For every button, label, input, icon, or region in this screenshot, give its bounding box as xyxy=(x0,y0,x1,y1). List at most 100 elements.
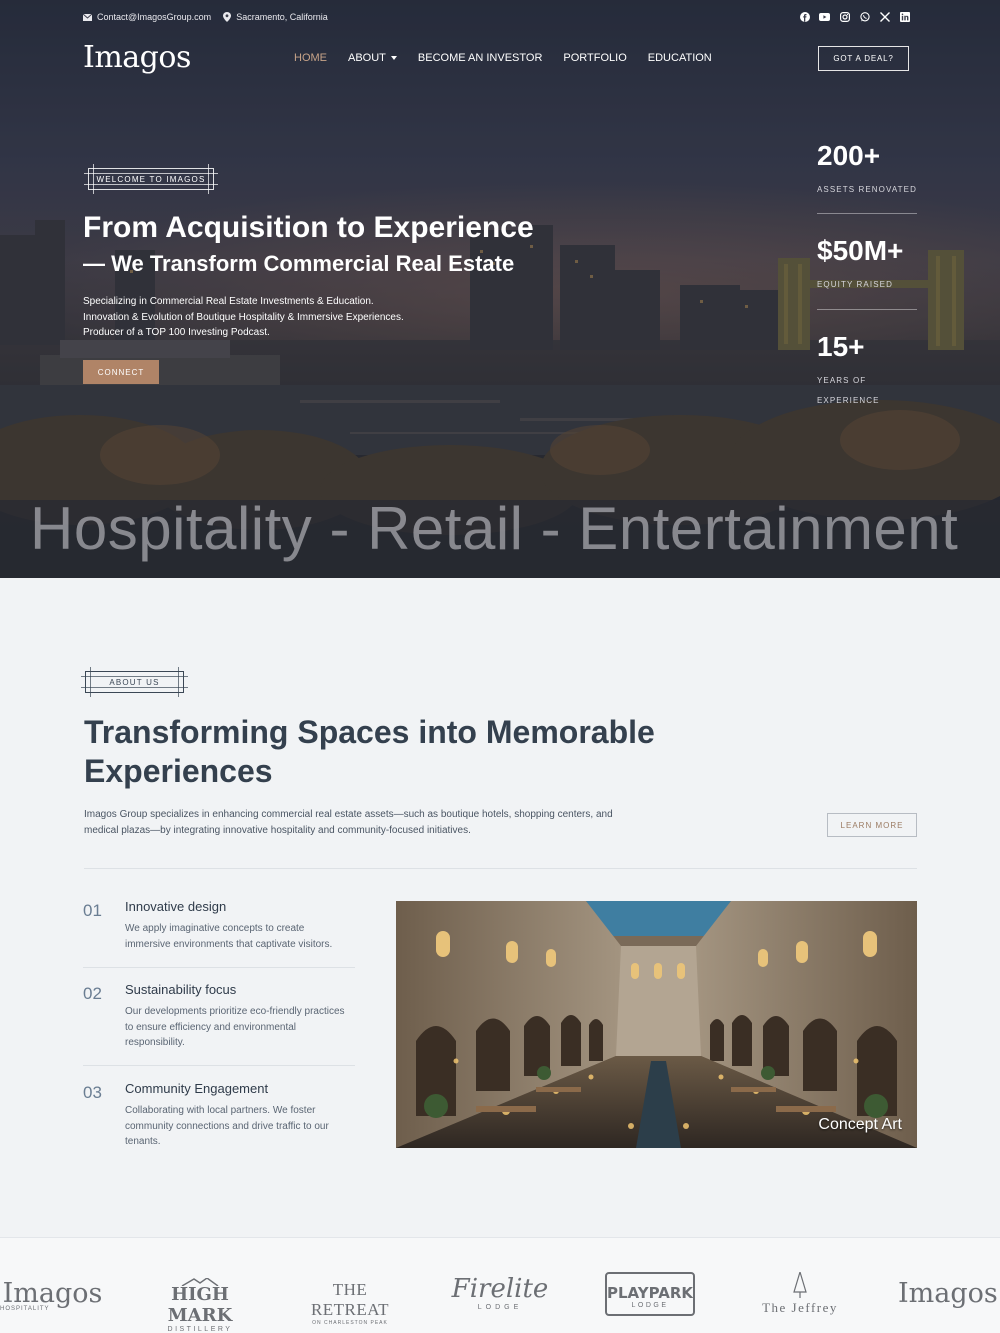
feature-desc-line: community connections and drive traffic … xyxy=(125,1120,329,1132)
hero-title: From Acquisition to Experience xyxy=(83,211,534,244)
nav-education-label: EDUCATION xyxy=(647,52,712,64)
topbar-location: Sacramento, California xyxy=(223,12,328,22)
stat-label: EQUITY RAISED xyxy=(817,280,893,289)
topbar-email[interactable]: Contact@ImagosGroup.com xyxy=(83,12,211,22)
section-divider xyxy=(84,868,917,869)
hero-subtitle: — We Transform Commercial Real Estate xyxy=(83,251,515,276)
feature-desc-line: Our developments prioritize eco-friendly… xyxy=(125,1006,345,1017)
whatsapp-icon[interactable] xyxy=(859,12,870,23)
main-nav: HOME ABOUT BECOME AN INVESTOR PORTFOLIO … xyxy=(294,52,712,64)
brand-logo-playpark[interactable]: PLAYPARK LODGE xyxy=(605,1272,695,1316)
linkedin-icon[interactable] xyxy=(899,12,910,23)
topbar: Contact@ImagosGroup.com Sacramento, Cali… xyxy=(83,9,910,25)
brand-logo-high-mark[interactable]: HIGH MARK DISTILLERY xyxy=(150,1278,250,1333)
hero-line: Specializing in Commercial Real Estate I… xyxy=(83,296,374,307)
feature-desc-line: responsibility. xyxy=(125,1037,185,1048)
youtube-icon[interactable] xyxy=(819,12,830,23)
nav-education[interactable]: EDUCATION xyxy=(648,52,712,64)
brand-logo-the-retreat[interactable]: THE RETREAT ON CHARLESTON PEAK xyxy=(300,1280,400,1326)
feature-desc-line: immersive environments that captivate vi… xyxy=(125,938,333,950)
stat-label-line: YEARS OF xyxy=(817,376,867,385)
site-logo[interactable]: Imagos xyxy=(83,40,191,75)
stat-assets: 200+ ASSETS RENOVATED xyxy=(817,140,917,200)
feature-number: 01 xyxy=(83,901,102,920)
concept-art-caption: Concept Art xyxy=(818,1116,902,1133)
brand-name: PLAYPARK xyxy=(607,1284,693,1302)
brand-logo-the-jeffrey[interactable]: The Jeffrey xyxy=(750,1272,850,1316)
stat-value: 200+ xyxy=(817,140,881,171)
feature-divider xyxy=(83,1065,355,1066)
feature-divider xyxy=(83,967,355,968)
x-icon[interactable] xyxy=(879,12,890,23)
about-tag-text: ABOUT US xyxy=(109,677,160,687)
nav-portfolio[interactable]: PORTFOLIO xyxy=(563,52,626,64)
brand-logo-imagos[interactable]: Imagos xyxy=(898,1278,1000,1309)
topbar-location-text: Sacramento, California xyxy=(236,12,328,22)
feature-description: Our developments prioritize eco-friendly… xyxy=(125,1004,357,1051)
welcome-tag-text: WELCOME TO IMAGOS xyxy=(96,174,206,184)
brand-name: Imagos xyxy=(898,1278,998,1309)
about-heading-line: Experiences xyxy=(84,753,273,789)
got-a-deal-button[interactable]: GOT A DEAL? xyxy=(818,46,909,71)
brand-logo-imagos-hospitality[interactable]: Imagos HOSPITALITY xyxy=(0,1278,105,1312)
brand-name: The Jeffrey xyxy=(762,1300,838,1315)
about-paragraph-line: medical plazas—by integrating innovative… xyxy=(84,824,471,836)
feature-description: Collaborating with local partners. We fo… xyxy=(125,1103,357,1150)
brand-sub: DISTILLERY xyxy=(167,1326,233,1333)
stat-label-line: EXPERIENCE xyxy=(817,396,880,405)
brand-logo-strip: Imagos HOSPITALITY HIGH MARK DISTILLERY … xyxy=(0,1237,1000,1333)
learn-more-button[interactable]: LEARN MORE xyxy=(827,813,917,837)
brand-logo-firelite[interactable]: Firelite LODGE xyxy=(450,1274,550,1311)
tree-icon xyxy=(793,1272,807,1298)
nav-home[interactable]: HOME xyxy=(294,52,327,64)
hero-line: Innovation & Evolution of Boutique Hospi… xyxy=(83,311,404,323)
stat-label: YEARS OF EXPERIENCE xyxy=(817,371,917,411)
feature-title: Sustainability focus xyxy=(125,982,237,997)
brand-sub: LODGE xyxy=(631,1302,669,1309)
brand-name: THE RETREAT xyxy=(310,1280,390,1319)
stat-label: ASSETS RENOVATED xyxy=(817,185,917,194)
stat-experience: 15+ YEARS OF EXPERIENCE xyxy=(817,331,917,411)
stat-equity: $50M+ EQUITY RAISED xyxy=(817,235,917,295)
topbar-email-text: Contact@ImagosGroup.com xyxy=(97,12,212,22)
nav-investor-label: BECOME AN INVESTOR xyxy=(417,52,543,64)
brand-sub: ON CHARLESTON PEAK xyxy=(312,1320,388,1326)
concept-art-illustration xyxy=(396,901,917,1148)
nav-home-label: HOME xyxy=(294,52,327,64)
feature-description: We apply imaginative concepts to create … xyxy=(125,921,357,952)
connect-button[interactable]: CONNECT xyxy=(83,360,159,384)
hero-line: Producer of a TOP 100 Investing Podcast. xyxy=(83,327,270,338)
nav-about-label: ABOUT xyxy=(348,52,386,64)
brand-name: Firelite xyxy=(451,1274,549,1304)
brand-name: HIGH MARK xyxy=(167,1284,233,1326)
stat-value: 15+ xyxy=(817,331,865,362)
nav-about[interactable]: ABOUT xyxy=(348,52,397,64)
stat-divider xyxy=(817,213,917,214)
welcome-tag: WELCOME TO IMAGOS xyxy=(84,164,218,194)
instagram-icon[interactable] xyxy=(839,12,850,23)
nav-become-an-investor[interactable]: BECOME AN INVESTOR xyxy=(418,52,543,64)
about-paragraph-line: Imagos Group specializes in enhancing co… xyxy=(84,809,613,820)
brand-sub: LODGE xyxy=(477,1304,523,1311)
map-pin-icon xyxy=(223,12,232,22)
concept-art-image: Concept Art xyxy=(396,901,917,1148)
about-tag: ABOUT US xyxy=(81,667,188,697)
nav-portfolio-label: PORTFOLIO xyxy=(563,52,627,64)
feature-title: Community Engagement xyxy=(125,1081,269,1096)
hero-description: Specializing in Commercial Real Estate I… xyxy=(83,294,404,341)
feature-desc-line: Collaborating with local partners. We fo… xyxy=(125,1105,316,1116)
hero-section: Contact@ImagosGroup.com Sacramento, Cali… xyxy=(0,0,1000,578)
hero-marquee: Hospitality - Retail - Entertainment xyxy=(30,495,959,562)
stat-divider xyxy=(817,309,917,310)
about-heading: Transforming Spaces into Memorable Exper… xyxy=(84,713,684,791)
feature-number: 03 xyxy=(83,1083,102,1102)
feature-desc-line: to ensure efficiency and environmental xyxy=(125,1021,297,1033)
envelope-icon xyxy=(83,13,92,21)
feature-desc-line: tenants. xyxy=(125,1136,161,1147)
social-links xyxy=(799,12,910,23)
feature-number: 02 xyxy=(83,984,102,1003)
feature-title: Innovative design xyxy=(125,899,227,914)
brand-name: Imagos xyxy=(2,1278,103,1309)
facebook-icon[interactable] xyxy=(799,12,810,23)
caret-down-icon xyxy=(390,56,397,60)
